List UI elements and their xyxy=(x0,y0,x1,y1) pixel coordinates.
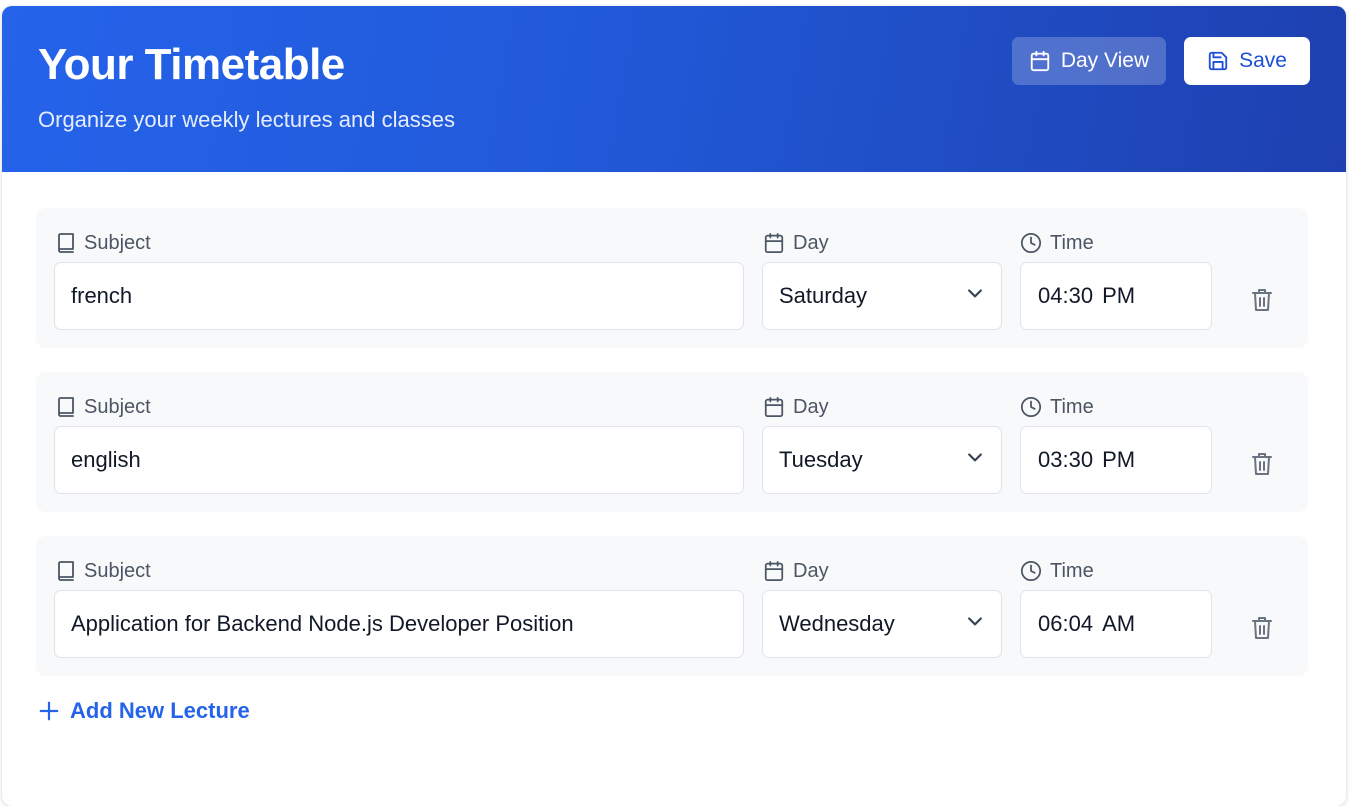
time-label: Time xyxy=(1020,558,1094,584)
time-meridiem: PM xyxy=(1102,447,1136,472)
day-view-label: Day View xyxy=(1060,49,1150,72)
book-icon xyxy=(56,232,76,254)
clock-icon xyxy=(1020,560,1042,582)
day-value: Saturday xyxy=(779,283,868,308)
day-select[interactable]: Wednesday xyxy=(762,590,1002,658)
calendar-icon xyxy=(1029,50,1051,72)
save-label: Save xyxy=(1239,49,1287,72)
lecture-row: Subject Day Time Application for Backend… xyxy=(36,536,1308,676)
trash-icon xyxy=(1251,451,1273,482)
time-hhmm: 04:30 xyxy=(1038,283,1094,308)
day-select[interactable]: Tuesday xyxy=(762,426,1002,494)
add-lecture-label: Add New Lecture xyxy=(70,698,250,723)
time-value: 06:04 AM xyxy=(1038,611,1135,637)
day-value: Tuesday xyxy=(779,447,863,472)
chevron-down-icon xyxy=(965,283,985,309)
day-label-text: Day xyxy=(793,395,829,418)
subject-input[interactable]: Application for Backend Node.js Develope… xyxy=(54,590,744,658)
subject-label-text: Subject xyxy=(84,395,151,418)
add-lecture-button[interactable]: Add New Lecture xyxy=(38,698,250,724)
time-input[interactable]: 03:30 PM xyxy=(1020,426,1212,494)
day-select[interactable]: Saturday xyxy=(762,262,1002,330)
trash-icon xyxy=(1251,615,1273,646)
save-button[interactable]: Save xyxy=(1184,37,1310,85)
clock-icon xyxy=(1020,232,1042,254)
subject-label: Subject xyxy=(56,558,151,584)
delete-lecture-button[interactable] xyxy=(1250,616,1274,644)
delete-lecture-button[interactable] xyxy=(1250,288,1274,316)
time-input[interactable]: 04:30 PM xyxy=(1020,262,1212,330)
book-icon xyxy=(56,396,76,418)
time-hhmm: 03:30 xyxy=(1038,447,1094,472)
time-meridiem: PM xyxy=(1102,283,1136,308)
day-label: Day xyxy=(763,558,829,584)
day-view-button[interactable]: Day View xyxy=(1012,37,1166,85)
timetable-header: Your Timetable Organize your weekly lect… xyxy=(2,6,1346,172)
time-meridiem: AM xyxy=(1102,611,1136,636)
clock-icon xyxy=(1020,396,1042,418)
time-label-text: Time xyxy=(1050,559,1094,582)
page-title: Your Timetable xyxy=(38,40,345,89)
day-label-text: Day xyxy=(793,231,829,254)
delete-lecture-button[interactable] xyxy=(1250,452,1274,480)
subject-label-text: Subject xyxy=(84,231,151,254)
time-input[interactable]: 06:04 AM xyxy=(1020,590,1212,658)
plus-icon xyxy=(38,700,60,722)
trash-icon xyxy=(1251,287,1273,318)
time-label: Time xyxy=(1020,394,1094,420)
day-label: Day xyxy=(763,230,829,256)
time-label-text: Time xyxy=(1050,395,1094,418)
book-icon xyxy=(56,560,76,582)
time-hhmm: 06:04 xyxy=(1038,611,1094,636)
chevron-down-icon xyxy=(965,447,985,473)
time-value: 04:30 PM xyxy=(1038,283,1135,309)
subject-input[interactable]: english xyxy=(54,426,744,494)
subject-input[interactable]: french xyxy=(54,262,744,330)
subject-label: Subject xyxy=(56,230,151,256)
day-label-text: Day xyxy=(793,559,829,582)
chevron-down-icon xyxy=(965,611,985,637)
time-value: 03:30 PM xyxy=(1038,447,1135,473)
time-label: Time xyxy=(1020,230,1094,256)
calendar-icon xyxy=(763,396,785,418)
page-subtitle: Organize your weekly lectures and classe… xyxy=(38,107,455,132)
lecture-row: Subject Day Time french Saturday 04:30 P… xyxy=(36,208,1308,348)
subject-label-text: Subject xyxy=(84,559,151,582)
day-value: Wednesday xyxy=(779,611,895,636)
time-label-text: Time xyxy=(1050,231,1094,254)
lecture-row: Subject Day Time english Tuesday 03:30 P… xyxy=(36,372,1308,512)
subject-value: Application for Backend Node.js Develope… xyxy=(71,611,574,636)
save-icon xyxy=(1207,50,1229,72)
day-label: Day xyxy=(763,394,829,420)
subject-label: Subject xyxy=(56,394,151,420)
calendar-icon xyxy=(763,232,785,254)
subject-value: english xyxy=(71,447,141,472)
calendar-icon xyxy=(763,560,785,582)
subject-value: french xyxy=(71,283,133,308)
